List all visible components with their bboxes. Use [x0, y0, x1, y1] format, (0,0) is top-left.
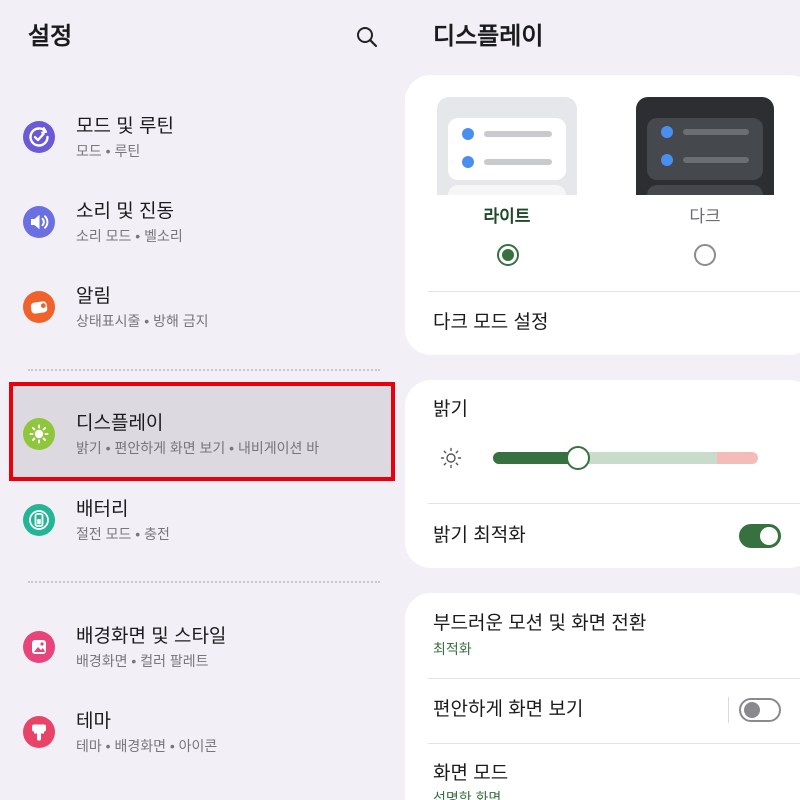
motion-smoothness-label: 부드러운 모션 및 화면 전환 [433, 613, 647, 634]
display-icon [23, 418, 55, 450]
battery-icon [23, 504, 55, 536]
section-divider [28, 581, 380, 583]
dark-theme-label: 다크 [689, 207, 721, 226]
settings-item-title: 알림 [76, 286, 111, 307]
settings-item-subtitle: 상태표시줄 • 방해 금지 [76, 313, 209, 329]
settings-item-title: 디스플레이 [76, 413, 164, 434]
settings-item-sound-vibration[interactable]: 소리 및 진동 소리 모드 • 벨소리 [14, 180, 390, 264]
display-options-card: 부드러운 모션 및 화면 전환 최적화 편안하게 화면 보기 화면 모드 선명한… [405, 593, 800, 800]
settings-item-themes[interactable]: 테마 테마 • 배경화면 • 아이콘 [14, 690, 390, 774]
settings-item-subtitle: 밝기 • 편안하게 화면 보기 • 내비게이션 바 [76, 440, 320, 456]
brightness-sun-icon [440, 447, 462, 469]
light-theme-label: 라이트 [483, 207, 531, 226]
section-divider [28, 369, 380, 371]
adaptive-brightness-toggle[interactable] [739, 524, 781, 548]
settings-app: 설정 모드 및 루틴 모드 • 루틴 소리 및 진동 소리 모드 • 벨소리 알… [0, 0, 800, 800]
wallpaper-style-icon [23, 631, 55, 663]
settings-item-title: 모드 및 루틴 [76, 116, 174, 137]
brightness-slider-track[interactable] [493, 452, 758, 464]
themes-icon [23, 716, 55, 748]
screen-mode-value: 선명한 화면 [433, 790, 502, 800]
sound-vibration-icon [23, 206, 55, 238]
screen-mode-label: 화면 모드 [433, 763, 509, 784]
toggle-knob [744, 702, 760, 718]
search-icon[interactable] [355, 25, 379, 49]
light-theme-radio[interactable] [497, 244, 519, 266]
settings-item-subtitle: 테마 • 배경화면 • 아이콘 [76, 738, 218, 754]
divider [428, 291, 800, 292]
settings-title: 설정 [28, 23, 73, 50]
settings-item-title: 배경화면 및 스타일 [76, 626, 227, 647]
settings-item-display[interactable]: 디스플레이 밝기 • 편안하게 화면 보기 • 내비게이션 바 [14, 392, 390, 476]
dark-theme-preview[interactable] [636, 97, 774, 195]
brightness-label: 밝기 [433, 399, 468, 420]
settings-item-battery[interactable]: 배터리 절전 모드 • 충전 [14, 478, 390, 562]
settings-item-wallpaper-style[interactable]: 배경화면 및 스타일 배경화면 • 컬러 팔레트 [14, 605, 390, 689]
settings-item-notifications[interactable]: 알림 상태표시줄 • 방해 금지 [14, 265, 390, 349]
brightness-slider-thumb[interactable] [565, 446, 590, 470]
vertical-divider [728, 697, 729, 723]
notifications-icon [23, 291, 55, 323]
settings-item-subtitle: 소리 모드 • 벨소리 [76, 228, 183, 244]
display-page-title: 디스플레이 [433, 23, 544, 50]
toggle-knob [760, 527, 778, 545]
divider [428, 678, 800, 679]
adaptive-brightness-label: 밝기 최적화 [433, 525, 526, 546]
settings-item-subtitle: 절전 모드 • 충전 [76, 526, 170, 542]
divider [428, 503, 800, 504]
brightness-card: 밝기 밝기 최적화 [405, 380, 800, 568]
settings-item-title: 테마 [76, 711, 111, 732]
settings-item-subtitle: 배경화면 • 컬러 팔레트 [76, 653, 209, 669]
light-theme-preview[interactable] [437, 97, 577, 195]
theme-card: 라이트 다크 다크 모드 설정 [405, 75, 800, 355]
modes-routines-icon [23, 121, 55, 153]
motion-smoothness-value: 최적화 [433, 641, 472, 657]
settings-item-title: 소리 및 진동 [76, 201, 174, 222]
eye-comfort-shield-toggle[interactable] [739, 698, 781, 722]
settings-item-modes-routines[interactable]: 모드 및 루틴 모드 • 루틴 [14, 95, 390, 179]
dark-mode-settings-item[interactable]: 다크 모드 설정 [433, 311, 548, 335]
dark-theme-radio[interactable] [694, 244, 716, 266]
eye-comfort-shield-label[interactable]: 편안하게 화면 보기 [433, 698, 583, 722]
settings-item-subtitle: 모드 • 루틴 [76, 143, 141, 159]
divider [428, 743, 800, 744]
settings-item-title: 배터리 [76, 499, 129, 520]
